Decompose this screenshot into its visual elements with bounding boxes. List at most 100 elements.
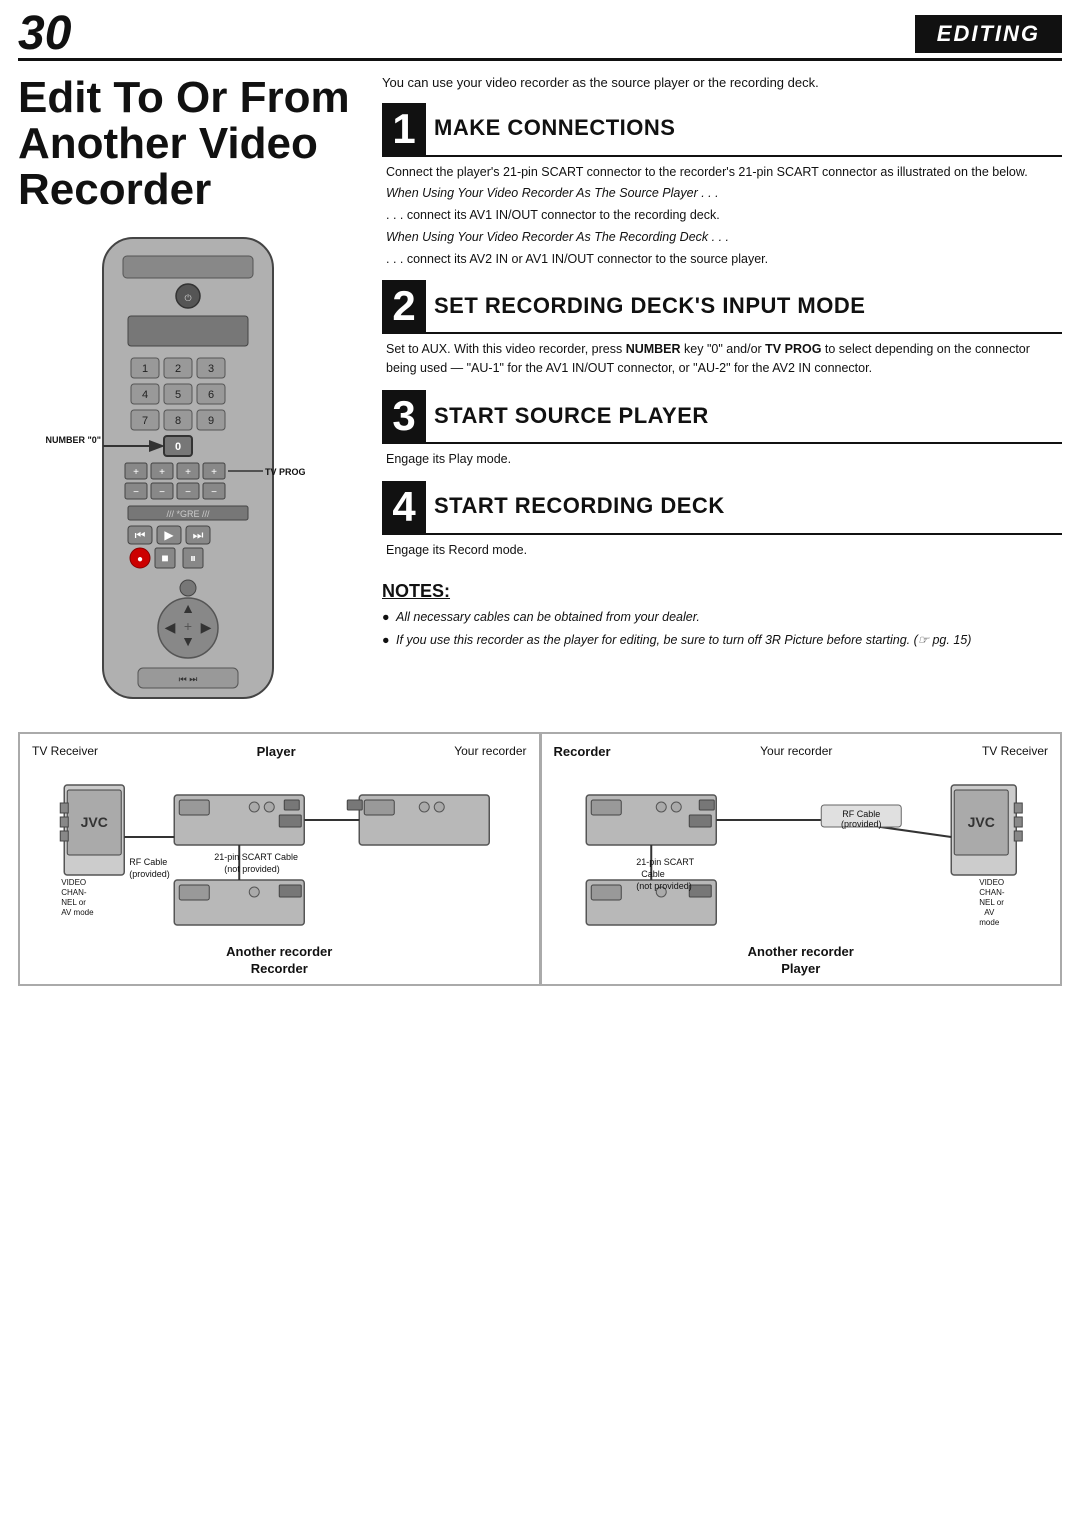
step-2-number: 2	[382, 280, 426, 332]
svg-text:⏸: ⏸	[190, 551, 196, 565]
svg-text:⏭: ⏭	[193, 528, 204, 542]
svg-text:6: 6	[208, 389, 214, 401]
left-column: Edit To Or From Another Video Recorder ⏻…	[18, 67, 358, 708]
svg-text:+: +	[185, 467, 191, 478]
section-badge: EDITING	[915, 15, 1062, 53]
diagram-player-svg: JVC	[32, 765, 527, 935]
svg-text:■: ■	[161, 551, 168, 565]
svg-text:1: 1	[142, 363, 148, 375]
intro-text: You can use your video recorder as the s…	[382, 73, 1062, 93]
step-1-note-1-text: . . . connect its AV1 IN/OUT connector t…	[386, 206, 1058, 225]
step-2-text: Set to AUX. With this video recorder, pr…	[386, 340, 1058, 378]
step-4-number: 4	[382, 481, 426, 533]
step-2-title: SET RECORDING DECK'S INPUT MODE	[426, 280, 873, 332]
step-3-title: START SOURCE PLAYER	[426, 390, 717, 442]
header-divider	[18, 58, 1062, 61]
svg-text:(provided): (provided)	[129, 869, 170, 879]
step-1-body: Connect the player's 21-pin SCART connec…	[382, 163, 1062, 273]
step-4: 4 START RECORDING DECK Engage its Record…	[382, 481, 1062, 564]
svg-text:VIDEO: VIDEO	[61, 878, 86, 887]
diagram-player-role: Recorder	[32, 961, 527, 976]
step-1-title: MAKE CONNECTIONS	[426, 103, 683, 155]
tv-receiver-left-label: TV Receiver	[32, 744, 98, 759]
notes-list: All necessary cables can be obtained fro…	[382, 608, 1062, 650]
your-recorder-right-label: Your recorder	[760, 744, 832, 759]
remote-svg: ⏻ 1 2 3 4 5 6 7 8	[43, 228, 333, 708]
right-column: You can use your video recorder as the s…	[382, 67, 1062, 708]
svg-text:▲: ▲	[181, 600, 195, 616]
step-2-header: 2 SET RECORDING DECK'S INPUT MODE	[382, 280, 1062, 334]
svg-text:NUMBER "0": NUMBER "0"	[45, 435, 101, 445]
svg-text:⏮: ⏮	[135, 528, 146, 542]
svg-text:▼: ▼	[181, 633, 195, 649]
svg-text:(provided): (provided)	[840, 819, 881, 829]
svg-text:VIDEO: VIDEO	[979, 878, 1004, 887]
step-1: 1 MAKE CONNECTIONS Connect the player's …	[382, 103, 1062, 273]
step-4-body: Engage its Record mode.	[382, 541, 1062, 564]
svg-text:JVC: JVC	[967, 814, 994, 830]
step-3-text: Engage its Play mode.	[386, 450, 1058, 469]
diagram-recorder: Recorder Your recorder TV Receiver JVC	[540, 733, 1062, 985]
diagram-player-label-row: TV Receiver Player Your recorder	[32, 744, 527, 759]
svg-text:+: +	[159, 467, 165, 478]
svg-text:AV mode: AV mode	[61, 908, 94, 917]
step-1-header: 1 MAKE CONNECTIONS	[382, 103, 1062, 157]
step-3-header: 3 START SOURCE PLAYER	[382, 390, 1062, 444]
svg-text:+: +	[211, 467, 217, 478]
diagram-recorder-label-row: Recorder Your recorder TV Receiver	[554, 744, 1049, 759]
svg-text:●: ●	[137, 554, 143, 565]
svg-text:3: 3	[208, 363, 214, 375]
svg-text:0: 0	[175, 441, 181, 453]
svg-text:CHAN-: CHAN-	[979, 888, 1005, 897]
step-4-header: 4 START RECORDING DECK	[382, 481, 1062, 535]
player-bold-label: Player	[257, 744, 296, 759]
svg-text:(not provided): (not provided)	[224, 864, 280, 874]
svg-text:RF Cable: RF Cable	[129, 857, 167, 867]
step-4-title: START RECORDING DECK	[426, 481, 733, 533]
step-1-note-2-text: . . . connect its AV2 IN or AV1 IN/OUT c…	[386, 250, 1058, 269]
svg-text:/// *GRE ///: /// *GRE ///	[166, 509, 210, 519]
svg-text:▶: ▶	[201, 619, 212, 635]
svg-text:8: 8	[175, 415, 181, 427]
svg-text:JVC: JVC	[81, 814, 108, 830]
svg-text:−: −	[133, 487, 139, 498]
step-1-number: 1	[382, 103, 426, 155]
page-header: 30 EDITING	[0, 0, 1080, 58]
remote-image: ⏻ 1 2 3 4 5 6 7 8	[33, 228, 343, 708]
diagram-section: TV Receiver Player Your recorder JVC	[18, 732, 1062, 986]
svg-text:⏻: ⏻	[184, 293, 191, 303]
step-2: 2 SET RECORDING DECK'S INPUT MODE Set to…	[382, 280, 1062, 382]
step-3-body: Engage its Play mode.	[382, 450, 1062, 473]
recorder-bold-label: Recorder	[554, 744, 611, 759]
diagram-player: TV Receiver Player Your recorder JVC	[19, 733, 540, 985]
svg-text:CHAN-: CHAN-	[61, 888, 87, 897]
diagram-recorder-role: Player	[554, 961, 1049, 976]
svg-text:AV: AV	[984, 908, 995, 917]
note-item-1: All necessary cables can be obtained fro…	[382, 608, 1062, 627]
your-recorder-left-label: Your recorder	[454, 744, 526, 759]
svg-text:−: −	[159, 487, 165, 498]
step-1-note-1-label: When Using Your Video Recorder As The So…	[386, 184, 1058, 203]
svg-text:◀: ◀	[165, 619, 176, 635]
step-2-body: Set to AUX. With this video recorder, pr…	[382, 340, 1062, 382]
notes-section: NOTES: All necessary cables can be obtai…	[382, 577, 1062, 650]
svg-text:▶: ▶	[164, 528, 174, 542]
svg-text:−: −	[211, 487, 217, 498]
svg-text:5: 5	[175, 389, 181, 401]
diagram-recorder-svg: JVC RF Cable (provided) 21-pin SCART Cab…	[554, 765, 1049, 935]
svg-text:21-pin SCART: 21-pin SCART	[636, 857, 694, 867]
note-item-2: If you use this recorder as the player f…	[382, 631, 1062, 650]
svg-text:2: 2	[175, 363, 181, 375]
tv-receiver-right-label: TV Receiver	[982, 744, 1048, 759]
svg-text:TV PROG: TV PROG	[265, 467, 306, 477]
main-content: Edit To Or From Another Video Recorder ⏻…	[0, 67, 1080, 708]
svg-text:4: 4	[142, 389, 148, 401]
step-1-note-2-label: When Using Your Video Recorder As The Re…	[386, 228, 1058, 247]
diagram-recorder-bottom: Another recorder	[554, 944, 1049, 959]
svg-text:mode: mode	[979, 918, 1000, 927]
svg-text:7: 7	[142, 415, 148, 427]
svg-text:⏮ ⏭: ⏮ ⏭	[179, 674, 198, 684]
svg-text:RF Cable: RF Cable	[842, 809, 880, 819]
step-3-number: 3	[382, 390, 426, 442]
notes-title: NOTES:	[382, 581, 1062, 602]
